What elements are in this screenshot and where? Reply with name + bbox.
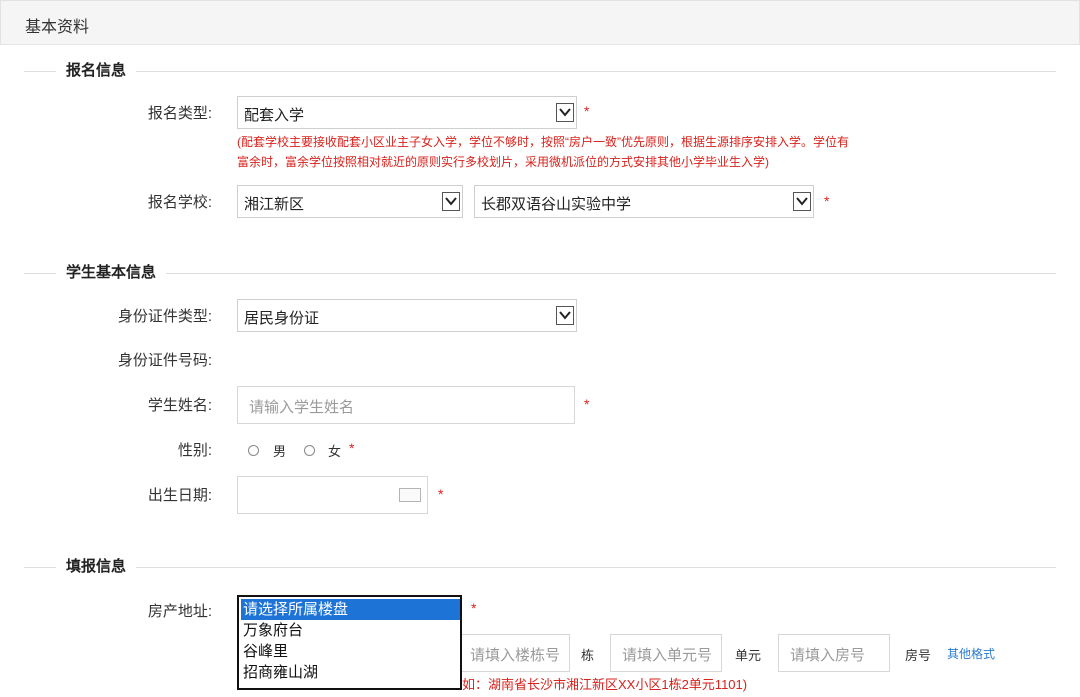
chevron-down-icon (556, 103, 574, 122)
gender-female-label: 女 (328, 444, 342, 459)
section-divider (24, 273, 1056, 274)
dropdown-option[interactable]: 万象府台 (241, 620, 460, 641)
dropdown-option[interactable]: 招商雍山湖 (241, 662, 460, 683)
unit-placeholder: 请填入单元号 (622, 647, 713, 664)
registration-type-label: 报名类型: (147, 105, 212, 122)
registration-type-value: 配套入学 (244, 107, 305, 124)
other-format-link[interactable]: 其他格式 (947, 645, 995, 662)
required-mark: * (584, 103, 590, 119)
registration-type-select[interactable]: 配套入学 (237, 96, 577, 129)
id-type-label: 身份证件类型: (117, 308, 212, 325)
district-select[interactable]: 湘江新区 (237, 185, 463, 218)
building-input[interactable]: 请填入楼栋号 (458, 634, 570, 672)
unit-input[interactable]: 请填入单元号 (610, 634, 722, 672)
gender-female-radio[interactable] (304, 445, 315, 456)
school-select[interactable]: 长郡双语谷山实验中学 (474, 185, 814, 218)
gender-male-radio[interactable] (248, 445, 259, 456)
dropdown-option[interactable]: 谷峰里 (241, 641, 460, 662)
building-unit-label: 栋 (581, 648, 595, 663)
page-title: 基本资料 (25, 19, 90, 36)
unit-unit-label: 单元 (735, 648, 762, 663)
dropdown-option[interactable]: 请选择所属楼盘 (241, 599, 460, 620)
chevron-down-icon (442, 192, 460, 211)
district-value: 湘江新区 (244, 196, 305, 213)
registration-note-line1: (配套学校主要接收配套小区业主子女入学，学位不够时，按照“房户一致”优先原则，根… (237, 135, 849, 149)
required-mark: * (824, 193, 830, 209)
section-title-student: 学生基本信息 (56, 263, 167, 283)
required-mark: * (438, 486, 444, 502)
required-mark: * (584, 396, 590, 412)
section-divider (24, 71, 1056, 72)
section-divider (24, 567, 1056, 568)
school-value: 长郡双语谷山实验中学 (481, 196, 632, 213)
student-name-input[interactable]: 请输入学生姓名 (237, 386, 575, 424)
id-type-value: 居民身份证 (244, 310, 320, 327)
id-type-select[interactable]: 居民身份证 (237, 299, 577, 332)
required-mark: * (471, 600, 477, 616)
calendar-icon[interactable] (399, 488, 421, 502)
required-mark: * (349, 440, 355, 456)
address-label: 房产地址: (147, 603, 212, 620)
chevron-down-icon (556, 306, 574, 325)
student-name-placeholder: 请输入学生姓名 (249, 399, 355, 416)
gender-male-label: 男 (273, 444, 287, 459)
student-name-label: 学生姓名: (147, 397, 212, 414)
registration-note-line2: 富余时，富余学位按照相对就近的原则实行多校划片，采用微机派位的方式安排其他小学毕… (237, 155, 770, 169)
birth-date-input[interactable] (237, 476, 428, 514)
building-placeholder: 请填入楼栋号 (470, 647, 561, 664)
id-number-label: 身份证件号码: (117, 352, 212, 369)
address-example-note: 如：湖南省长沙市湘江新区XX小区1栋2单元1101) (462, 677, 748, 692)
birth-date-label: 出生日期: (147, 487, 212, 504)
room-input[interactable]: 请填入房号 (778, 634, 890, 672)
page-header: 基本资料 (0, 0, 1080, 45)
gender-label: 性别: (177, 442, 212, 459)
property-dropdown-list[interactable]: 请选择所属楼盘 万象府台 谷峰里 招商雍山湖 (237, 595, 462, 690)
chevron-down-icon (793, 192, 811, 211)
school-label: 报名学校: (147, 194, 212, 211)
room-unit-label: 房号 (905, 648, 932, 663)
room-placeholder: 请填入房号 (790, 647, 866, 664)
section-title-fill: 填报信息 (56, 557, 137, 577)
section-title-registration: 报名信息 (56, 61, 137, 81)
